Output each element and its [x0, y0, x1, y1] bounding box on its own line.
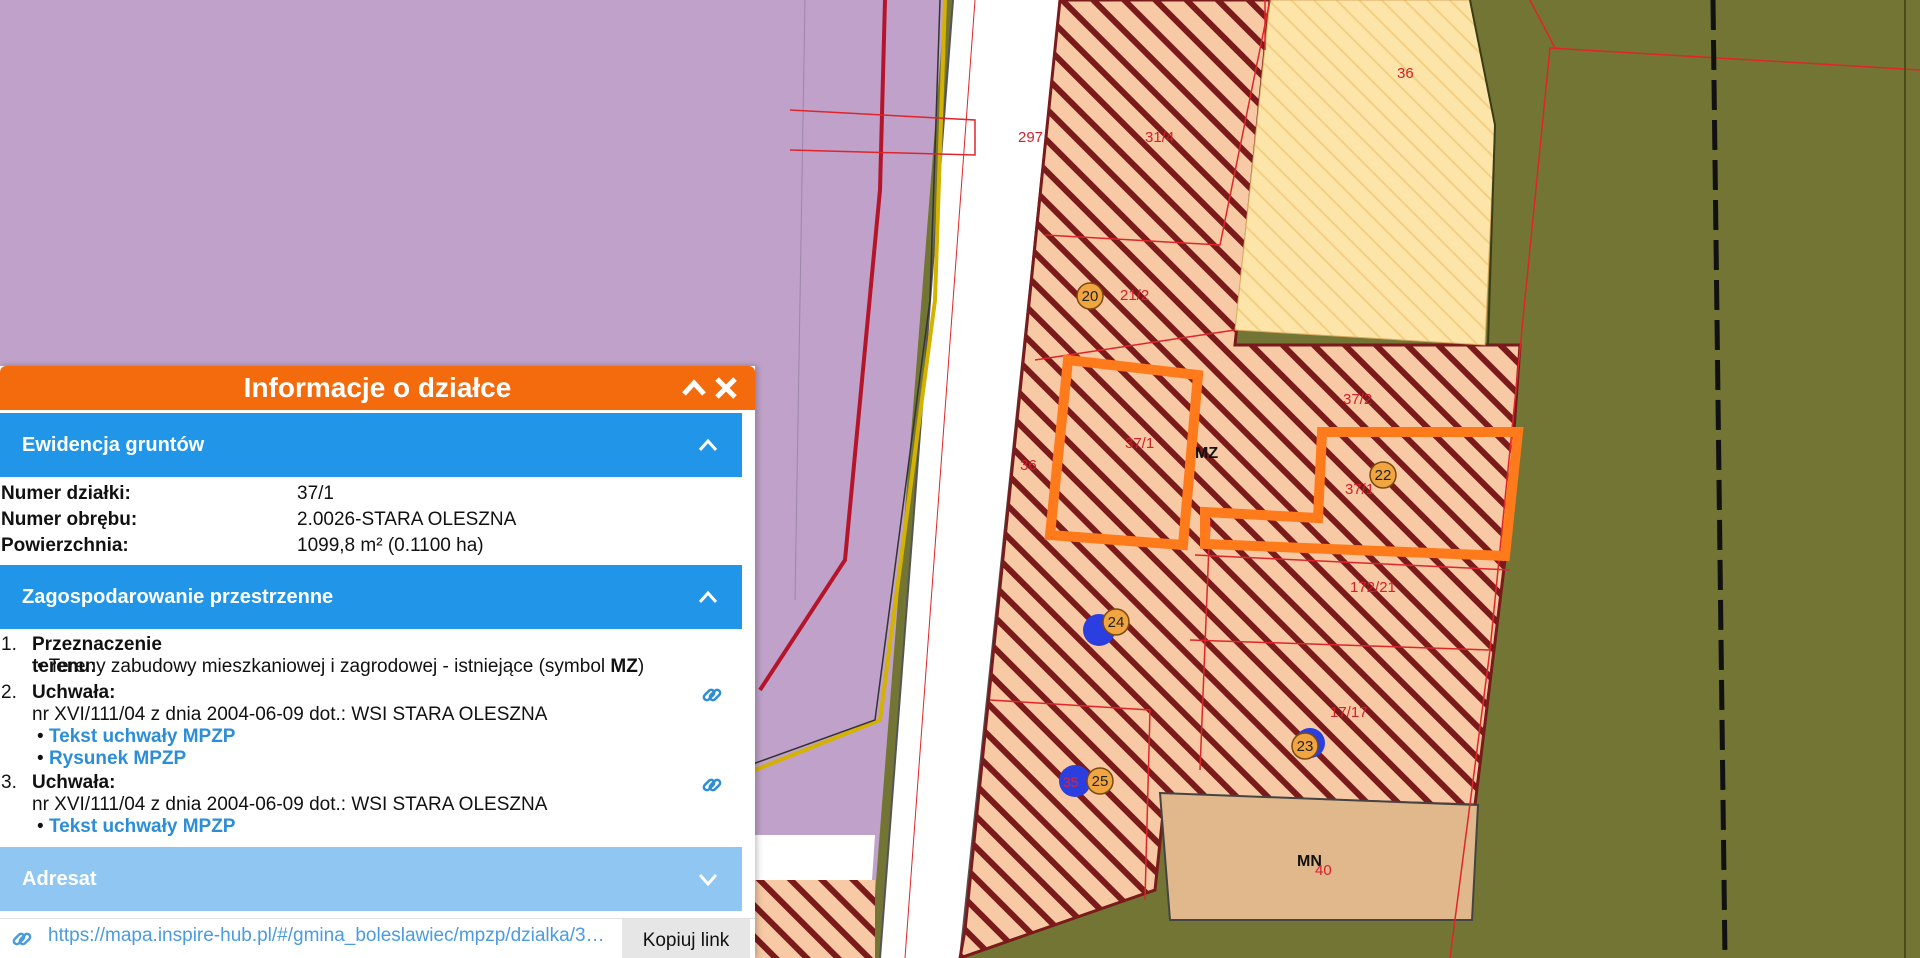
- parcel-label-37-2: 37/2: [1343, 391, 1372, 408]
- side-road: [755, 835, 875, 880]
- parcel-label-36: 36: [1397, 65, 1414, 82]
- parcel-label-297: 297: [1018, 129, 1043, 146]
- item-number: 3.: [1, 772, 17, 793]
- field-label: Numer obrębu:: [1, 509, 138, 530]
- parcel-label-21-2: 21/2: [1120, 287, 1149, 304]
- field-label: Numer działki:: [1, 483, 131, 504]
- marker-label-25: 25: [1092, 773, 1109, 790]
- tekst-uchwaly-link[interactable]: Tekst uchwały MPZP: [49, 816, 236, 837]
- section-zagospodarowanie-header[interactable]: Zagospodarowanie przestrzenne: [0, 565, 742, 629]
- bullet: •: [37, 656, 49, 677]
- section-adresat-header[interactable]: Adresat: [0, 847, 742, 911]
- item-number: 1.: [1, 634, 17, 655]
- parcel-label-172-21: 172/21: [1350, 579, 1396, 596]
- field-numer-obrebu: Numer obrębu: 2.0026-STARA OLESZNA: [0, 509, 742, 535]
- parcel-label-17-17: 17/17: [1330, 704, 1368, 721]
- link-icon[interactable]: [700, 683, 724, 707]
- list-item: • Tekst uchwały MPZP: [37, 726, 236, 747]
- section-title: Adresat: [22, 868, 97, 890]
- item-heading: Uchwała:: [32, 682, 116, 703]
- yellow-zone: [1234, 0, 1496, 346]
- uchwala-text: nr XVI/111/04 z dnia 2004-06-09 dot.: WS…: [32, 704, 548, 725]
- copy-link-button[interactable]: Kopiuj link: [622, 919, 750, 958]
- item-number: 2.: [1, 682, 17, 703]
- share-url-bar: https://mapa.inspire-hub.pl/#/gmina_bole…: [0, 918, 755, 958]
- rysunek-link[interactable]: Rysunek MPZP: [49, 748, 186, 769]
- field-numer-dzialki: Numer działki: 37/1: [0, 483, 742, 509]
- list-item: • Tekst uchwały MPZP: [37, 816, 236, 837]
- tekst-uchwaly-link[interactable]: Tekst uchwały MPZP: [49, 726, 236, 747]
- link-icon[interactable]: [700, 773, 724, 797]
- uchwala-text: nr XVI/111/04 z dnia 2004-06-09 dot.: WS…: [32, 794, 548, 815]
- zone-symbol-mz: MZ: [1195, 445, 1218, 462]
- parcel-info-panel: Informacje o działce Ewidencja gruntów N…: [0, 366, 755, 958]
- chevron-up-icon: [696, 565, 720, 629]
- marker-label-22: 22: [1375, 467, 1392, 484]
- section-ewidencja-header[interactable]: Ewidencja gruntów: [0, 413, 742, 477]
- marker-label-23: 23: [1297, 738, 1314, 755]
- share-url[interactable]: https://mapa.inspire-hub.pl/#/gmina_bole…: [48, 925, 608, 947]
- chevron-up-icon: [696, 413, 720, 477]
- hatch-parcel-lower-left: [755, 880, 875, 958]
- marker-label-20: 20: [1082, 288, 1099, 305]
- przeznaczenie-text: • Tereny zabudowy mieszkaniowej i zagrod…: [37, 656, 645, 677]
- parcel-label-37-1: 37/1: [1125, 435, 1154, 452]
- list-item: • Rysunek MPZP: [37, 748, 187, 769]
- marker-label-35: 35: [1063, 774, 1079, 790]
- parcel-label-31-4: 31/4: [1145, 129, 1174, 146]
- close-icon[interactable]: [712, 374, 740, 402]
- link-icon: [10, 927, 34, 956]
- parcel-label-40: 40: [1315, 862, 1332, 879]
- panel-title: Informacje o działce: [243, 372, 512, 403]
- section-title: Ewidencja gruntów: [22, 434, 205, 456]
- field-powierzchnia: Powierzchnia: 1099,8 m² (0.1100 ha): [0, 535, 742, 561]
- chevron-up-icon[interactable]: [680, 374, 708, 402]
- section-title: Zagospodarowanie przestrzenne: [22, 586, 334, 608]
- item-heading: Uchwała:: [32, 772, 116, 793]
- parcel-label-37-1b: 37/1: [1345, 481, 1374, 498]
- chevron-down-icon: [696, 847, 720, 911]
- panel-header: Informacje o działce: [0, 366, 755, 410]
- marker-label-24: 24: [1108, 614, 1125, 631]
- field-value: 37/1: [297, 483, 334, 504]
- field-value: 2.0026-STARA OLESZNA: [297, 509, 517, 530]
- parcel-label-36b: 36: [1020, 457, 1037, 474]
- field-value: 1099,8 m² (0.1100 ha): [297, 535, 484, 556]
- field-label: Powierzchnia:: [1, 535, 129, 556]
- zone-symbol: MZ: [610, 656, 638, 677]
